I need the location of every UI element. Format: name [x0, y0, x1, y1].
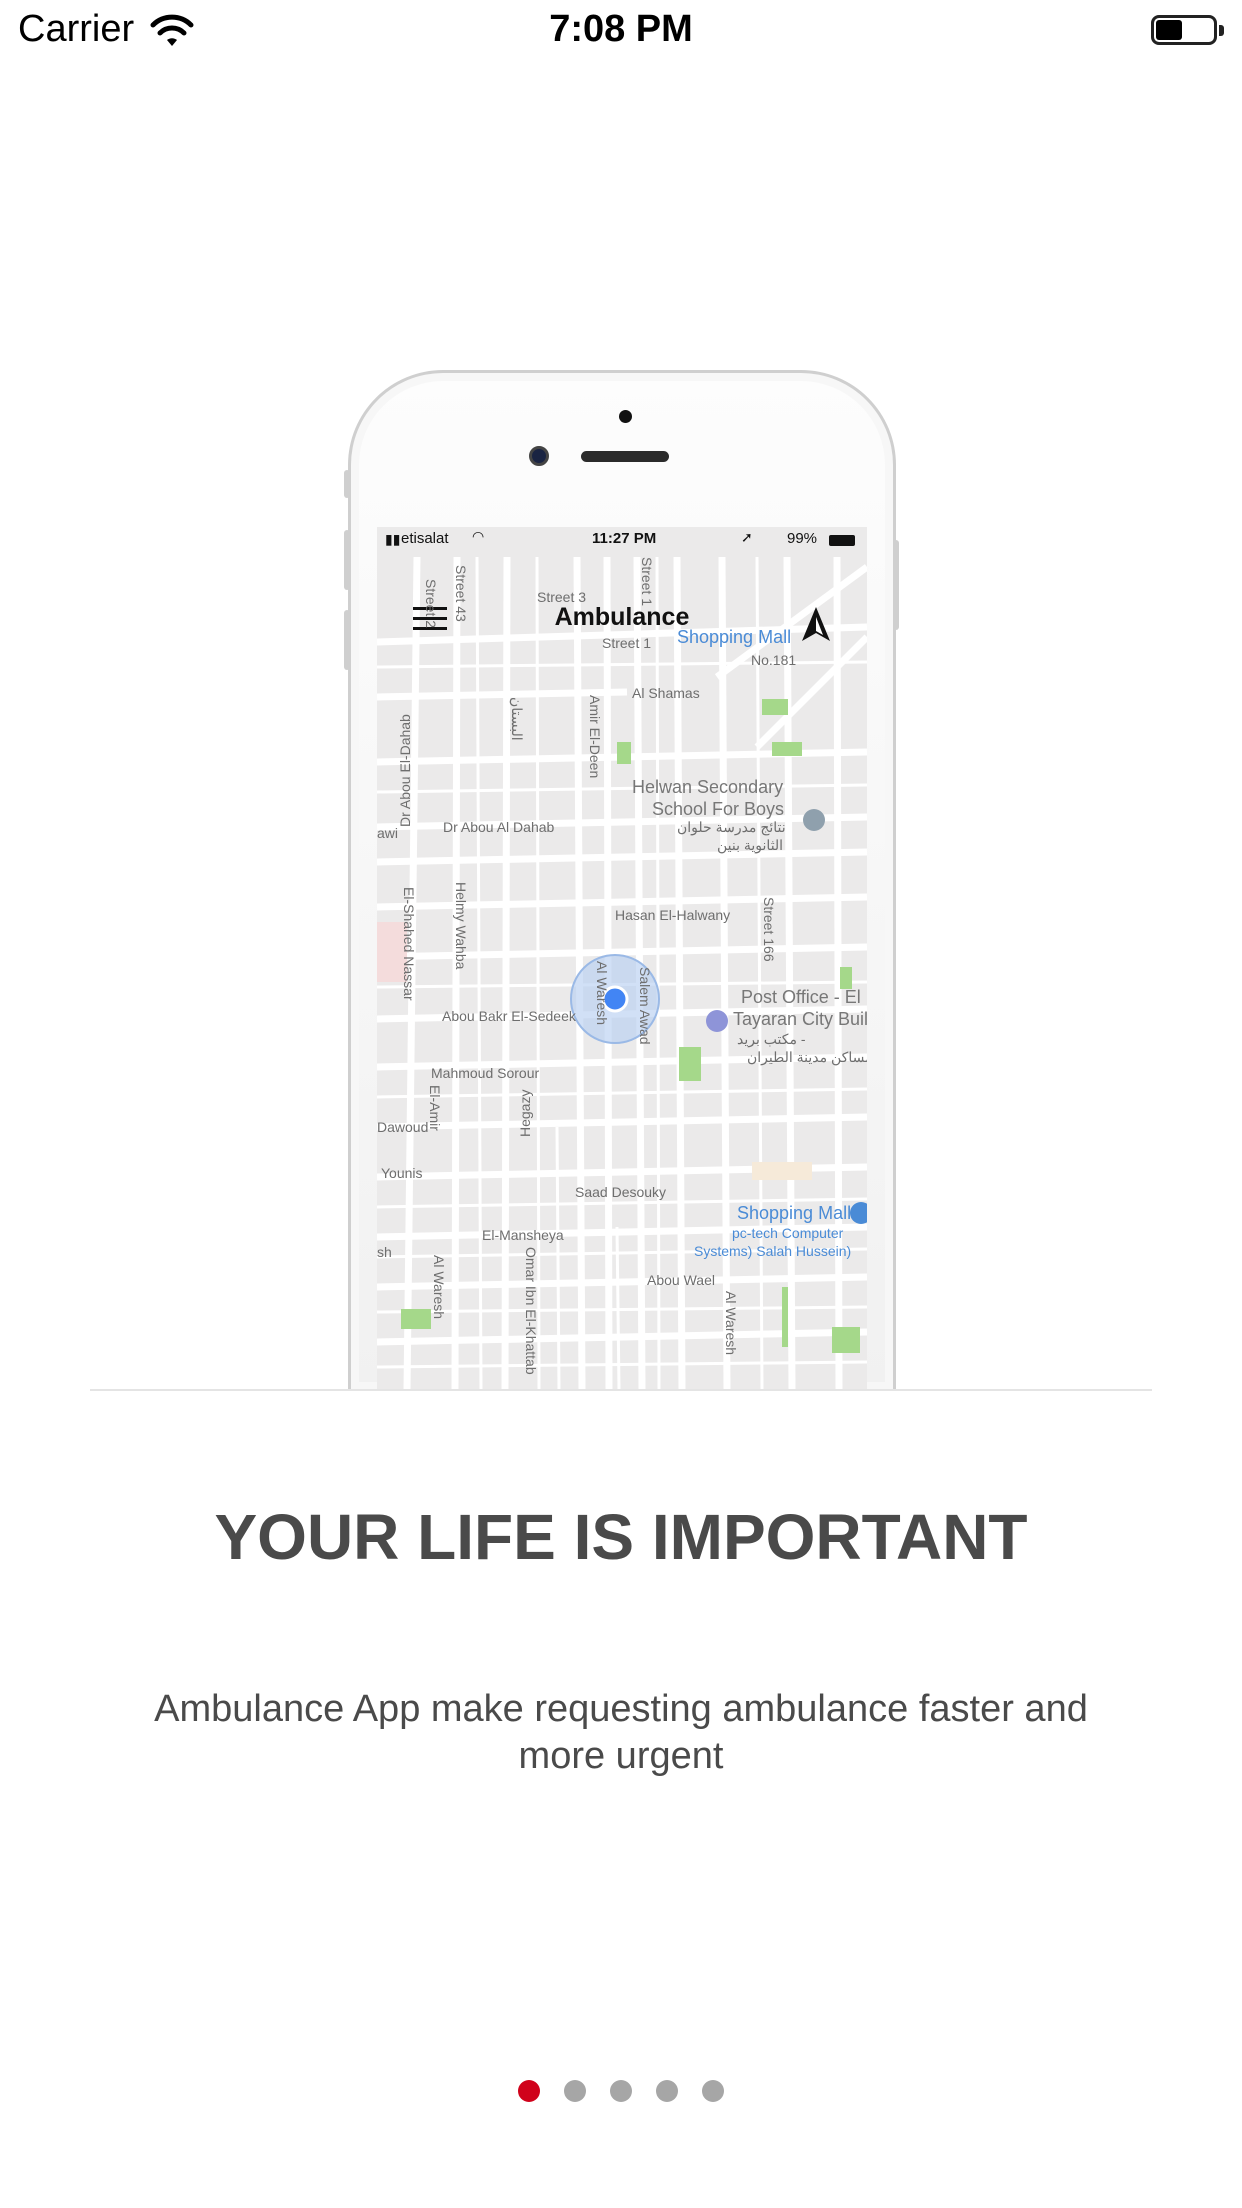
inner-wifi-icon: ◠: [472, 528, 485, 544]
map-label: الثانوية بنين: [717, 837, 784, 853]
page-indicator[interactable]: [0, 2080, 1242, 2102]
map-label: School For Boys: [652, 799, 785, 819]
clock: 7:08 PM: [549, 8, 693, 50]
map-label: Al Shamas: [632, 685, 700, 701]
onboarding-subtitle: Ambulance App make requesting ambulance …: [154, 1688, 1088, 1777]
page-dot-5[interactable]: [702, 2080, 724, 2102]
map-label: Helmy Wahba: [453, 882, 469, 970]
onboarding-title: YOUR LIFE IS IMPORTANT: [214, 1501, 1028, 1573]
phone-camera: [529, 446, 549, 466]
map-label: sh: [377, 1244, 392, 1260]
map-label: Dawoud: [377, 1119, 429, 1135]
map-label: El-Amir: [427, 1085, 443, 1131]
map-label: Street 3: [537, 589, 587, 605]
phone-volume-up: [344, 530, 350, 590]
illustration-baseline: [90, 1389, 1152, 1391]
phone-side-button: [344, 470, 350, 498]
map-label: Hasan El-Halwany: [615, 907, 731, 923]
map-label: Omar Ibn El-Khattab: [523, 1247, 539, 1375]
map-label: Dr Abou Al Dahab: [443, 819, 555, 835]
map-label: Dr Abou El-Dahab: [397, 714, 413, 827]
inner-battery-icon: [829, 535, 855, 546]
map-label: نتائج مدرسة حلوان: [677, 819, 786, 835]
phone-power-button: [893, 540, 899, 630]
map-label: Street 43: [453, 565, 469, 622]
map-label: Street 1: [602, 635, 652, 651]
page-dot-1[interactable]: [518, 2080, 540, 2102]
map-label: pc-tech Computer: [732, 1225, 844, 1241]
phone-screen-map: ▮▮ etisalat ◠ 11:27 PM ➚ 99% Ambulance S…: [377, 527, 867, 1390]
map-label: Street 2: [423, 579, 439, 629]
map-label: البستان: [509, 697, 525, 741]
map-label: Street 1: [639, 557, 655, 607]
map-label: Saad Desouky: [575, 1184, 667, 1200]
app-title: Ambulance: [554, 603, 690, 631]
battery-icon: [1151, 15, 1227, 47]
page-dot-3[interactable]: [610, 2080, 632, 2102]
map-label: مساكن مدينة الطيران: [747, 1049, 867, 1065]
map-label: Mahmoud Sorour: [431, 1065, 540, 1081]
map-label: Systems) Salah Hussein): [694, 1243, 852, 1259]
map-label: Amir El-Deen: [587, 695, 603, 779]
map-label: Al Waresh: [723, 1291, 739, 1356]
map-label: Al Waresh: [594, 961, 610, 1026]
map-label: Post Office - El: [741, 987, 861, 1007]
map-label: Shopping Mall: [737, 1203, 852, 1223]
page-dot-4[interactable]: [656, 2080, 678, 2102]
map-label: awi: [377, 825, 399, 841]
inner-location-icon: ➚: [741, 529, 753, 545]
status-bar: Carrier 7:08 PM: [0, 0, 1242, 64]
compass-icon: [802, 607, 830, 641]
map-label: Helwan Secondary: [632, 777, 784, 797]
inner-time: 11:27 PM: [592, 530, 657, 547]
map-label: Abou Wael: [647, 1272, 715, 1288]
phone-volume-down: [344, 610, 350, 670]
phone-earpiece: [581, 451, 669, 462]
map-label: Hegazy: [517, 1089, 533, 1137]
page-dot-2[interactable]: [564, 2080, 586, 2102]
map-label: Al Waresh: [431, 1255, 447, 1320]
inner-status-bar: ▮▮ etisalat ◠ 11:27 PM ➚ 99%: [377, 527, 867, 555]
map-label: Tayaran City Buil: [733, 1009, 867, 1029]
map-label: Street 166: [761, 897, 777, 962]
inner-carrier: etisalat: [401, 530, 449, 547]
map-label: No.181: [751, 652, 797, 668]
map-label: Salem Awad: [637, 967, 653, 1045]
map-label: Younis: [381, 1165, 423, 1181]
phone-sensor: [619, 410, 632, 423]
inner-signal-icon: ▮▮: [385, 531, 401, 547]
map-label: Abou Bakr El-Sedeek: [442, 1008, 576, 1024]
map-label: Shopping Mall: [677, 627, 792, 647]
map-label: El-Shahed Nassar: [401, 887, 417, 1001]
inner-battery-pct: 99%: [787, 530, 818, 547]
map-label: El-Mansheya: [482, 1227, 564, 1243]
map-label: مكتب بريد -: [737, 1031, 806, 1047]
